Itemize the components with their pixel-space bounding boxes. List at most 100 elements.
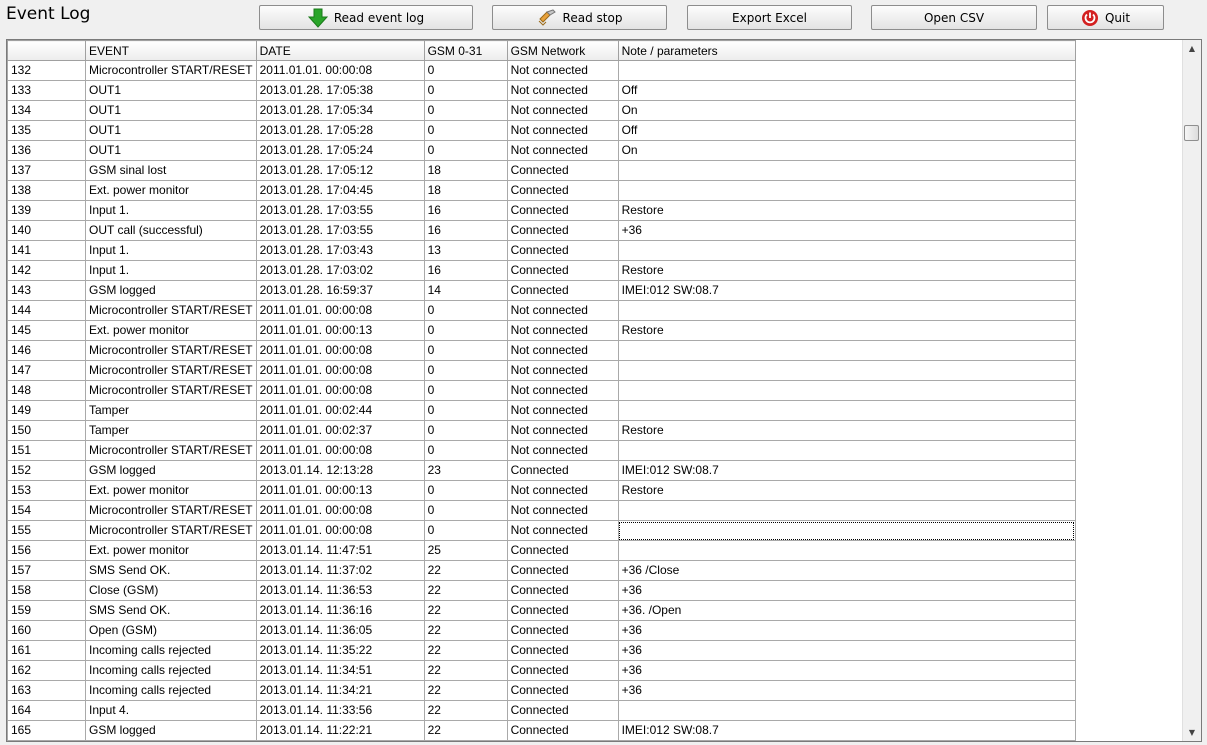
date-cell[interactable]: 2013.01.28. 17:05:12 (255, 160, 425, 181)
gsm-level-cell[interactable]: 22 (423, 640, 508, 661)
event-cell[interactable]: Input 1. (85, 260, 257, 281)
gsm-level-cell[interactable]: 0 (423, 320, 508, 341)
gsm-level-cell[interactable]: 22 (423, 720, 508, 741)
note-cell[interactable] (617, 540, 1076, 561)
row-index-cell[interactable]: 150 (7, 420, 86, 441)
note-cell[interactable]: +36 (617, 680, 1076, 701)
gsm-level-cell[interactable]: 0 (423, 300, 508, 321)
gsm-network-cell[interactable]: Connected (506, 700, 619, 721)
row-index-cell[interactable]: 160 (7, 620, 86, 641)
gsm-level-cell[interactable]: 0 (423, 520, 508, 541)
gsm-network-cell[interactable]: Not connected (506, 520, 619, 541)
gsm-level-cell[interactable]: 0 (423, 420, 508, 441)
note-cell[interactable]: +36 (617, 660, 1076, 681)
row-index-cell[interactable]: 137 (7, 160, 86, 181)
quit-button[interactable]: Quit (1047, 5, 1164, 30)
note-cell[interactable] (617, 360, 1076, 381)
date-cell[interactable]: 2013.01.28. 17:05:28 (255, 120, 425, 141)
event-cell[interactable]: OUT1 (85, 100, 257, 121)
note-cell[interactable]: Restore (617, 420, 1076, 441)
gsm-network-cell[interactable]: Connected (506, 620, 619, 641)
event-cell[interactable]: Tamper (85, 400, 257, 421)
gsm-level-cell[interactable]: 22 (423, 560, 508, 581)
table-row[interactable]: 151 Microcontroller START/RESET 2011.01.01… (7, 440, 1076, 461)
note-cell[interactable] (617, 180, 1076, 201)
row-index-cell[interactable]: 144 (7, 300, 86, 321)
gsm-network-cell[interactable]: Not connected (506, 380, 619, 401)
gsm-network-cell[interactable]: Connected (506, 460, 619, 481)
date-cell[interactable]: 2013.01.28. 17:03:55 (255, 200, 425, 221)
note-cell[interactable]: +36 (617, 220, 1076, 241)
gsm-level-cell[interactable]: 13 (423, 240, 508, 261)
table-row[interactable]: 143 GSM logged 2013.01.28. 16:59:37 14 Conne… (7, 280, 1076, 301)
event-cell[interactable]: Microcontroller START/RESET (85, 300, 257, 321)
table-row[interactable]: 133 OUT1 2013.01.28. 17:05:38 0 Not connecte… (7, 80, 1076, 101)
note-cell[interactable]: +36 (617, 620, 1076, 641)
row-index-cell[interactable]: 146 (7, 340, 86, 361)
gsm-level-cell[interactable]: 22 (423, 580, 508, 601)
table-row[interactable]: 140 OUT call (successful) 2013.01.28. 17:0… (7, 220, 1076, 241)
event-cell[interactable]: Incoming calls rejected (85, 640, 257, 661)
event-cell[interactable]: Microcontroller START/RESET (85, 340, 257, 361)
note-cell[interactable] (617, 60, 1076, 81)
note-cell[interactable]: Restore (617, 320, 1076, 341)
date-cell[interactable]: 2011.01.01. 00:02:44 (255, 400, 425, 421)
gsm-network-cell[interactable]: Connected (506, 580, 619, 601)
row-index-cell[interactable]: 139 (7, 200, 86, 221)
table-row[interactable]: 148 Microcontroller START/RESET 2011.01.01… (7, 380, 1076, 401)
table-row[interactable]: 132 Microcontroller START/RESET 2011.01.01… (7, 60, 1076, 81)
gsm-level-cell[interactable]: 16 (423, 200, 508, 221)
row-index-cell[interactable]: 163 (7, 680, 86, 701)
gsm-level-cell[interactable]: 25 (423, 540, 508, 561)
gsm-network-cell[interactable]: Connected (506, 280, 619, 301)
date-cell[interactable]: 2013.01.14. 12:13:28 (255, 460, 425, 481)
gsm-network-cell[interactable]: Not connected (506, 100, 619, 121)
date-cell[interactable]: 2013.01.14. 11:47:51 (255, 540, 425, 561)
col-header-note[interactable]: Note / parameters (617, 40, 1076, 61)
row-index-cell[interactable]: 134 (7, 100, 86, 121)
gsm-network-cell[interactable]: Not connected (506, 340, 619, 361)
table-row[interactable]: 152 GSM logged 2013.01.14. 12:13:28 23 Conne… (7, 460, 1076, 481)
event-cell[interactable]: Input 4. (85, 700, 257, 721)
gsm-network-cell[interactable]: Not connected (506, 500, 619, 521)
row-index-cell[interactable]: 133 (7, 80, 86, 101)
row-index-cell[interactable]: 145 (7, 320, 86, 341)
date-cell[interactable]: 2013.01.14. 11:33:56 (255, 700, 425, 721)
date-cell[interactable]: 2011.01.01. 00:00:08 (255, 60, 425, 81)
gsm-network-cell[interactable]: Not connected (506, 480, 619, 501)
note-cell[interactable]: Off (617, 120, 1076, 141)
gsm-level-cell[interactable]: 0 (423, 60, 508, 81)
event-cell[interactable]: OUT call (successful) (85, 220, 257, 241)
event-cell[interactable]: Ext. power monitor (85, 480, 257, 501)
gsm-level-cell[interactable]: 0 (423, 500, 508, 521)
note-cell[interactable]: +36 (617, 580, 1076, 601)
col-header-index[interactable] (7, 40, 86, 61)
note-cell[interactable]: IMEI:012 SW:08.7 (617, 280, 1076, 301)
table-row[interactable]: 159 SMS Send OK. 2013.01.14. 11:36:16 22 Con… (7, 600, 1076, 621)
note-cell[interactable]: Restore (617, 200, 1076, 221)
gsm-level-cell[interactable]: 0 (423, 340, 508, 361)
row-index-cell[interactable]: 156 (7, 540, 86, 561)
gsm-network-cell[interactable]: Not connected (506, 440, 619, 461)
event-cell[interactable]: Incoming calls rejected (85, 660, 257, 681)
event-cell[interactable]: SMS Send OK. (85, 600, 257, 621)
gsm-network-cell[interactable]: Not connected (506, 120, 619, 141)
date-cell[interactable]: 2013.01.28. 16:59:37 (255, 280, 425, 301)
date-cell[interactable]: 2013.01.28. 17:03:43 (255, 240, 425, 261)
event-cell[interactable]: GSM logged (85, 280, 257, 301)
gsm-level-cell[interactable]: 0 (423, 100, 508, 121)
gsm-network-cell[interactable]: Connected (506, 240, 619, 261)
table-row[interactable]: 156 Ext. power monitor 2013.01.14. 11:47:5… (7, 540, 1076, 561)
event-cell[interactable]: Microcontroller START/RESET (85, 520, 257, 541)
gsm-network-cell[interactable]: Not connected (506, 360, 619, 381)
event-cell[interactable]: Input 1. (85, 240, 257, 261)
table-row[interactable]: 158 Close (GSM) 2013.01.14. 11:36:53 22 Conn… (7, 580, 1076, 601)
gsm-network-cell[interactable]: Connected (506, 160, 619, 181)
gsm-level-cell[interactable]: 0 (423, 80, 508, 101)
date-cell[interactable]: 2013.01.28. 17:05:24 (255, 140, 425, 161)
gsm-network-cell[interactable]: Connected (506, 200, 619, 221)
event-cell[interactable]: Ext. power monitor (85, 540, 257, 561)
gsm-network-cell[interactable]: Connected (506, 220, 619, 241)
table-row[interactable]: 153 Ext. power monitor 2011.01.01. 00:00:1… (7, 480, 1076, 501)
row-index-cell[interactable]: 149 (7, 400, 86, 421)
